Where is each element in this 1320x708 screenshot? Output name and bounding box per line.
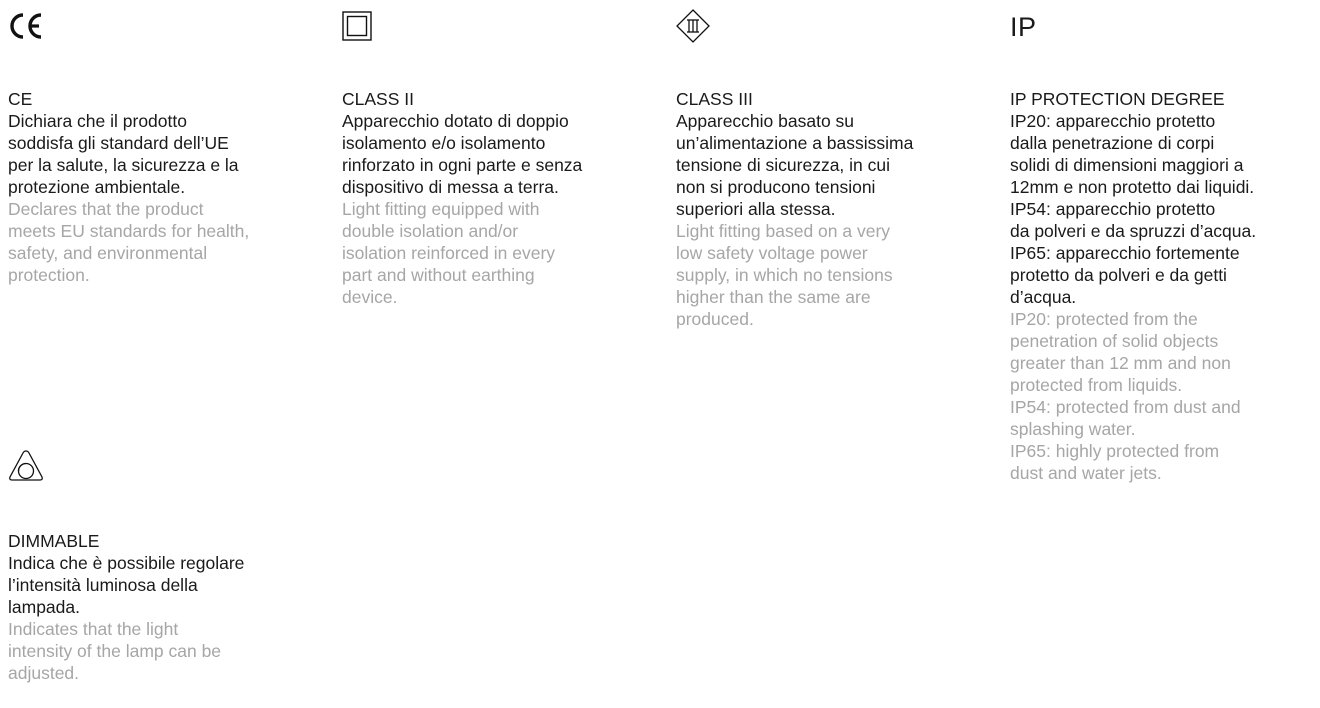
text-line: intensity of the lamp can be bbox=[8, 641, 222, 661]
text-line: device. bbox=[342, 287, 398, 307]
class-ii-double-square-icon bbox=[342, 11, 372, 41]
text-line: protected from liquids. bbox=[1010, 375, 1183, 395]
ip-description-en: IP20: protected from the penetration of … bbox=[1010, 308, 1318, 484]
text-line: per la salute, la sicurezza e la bbox=[8, 155, 239, 175]
text-line: Dichiara che il prodotto bbox=[8, 111, 187, 131]
text-line: Indica che è possibile regolare bbox=[8, 553, 245, 573]
text-line: Indicates that the light bbox=[8, 619, 179, 639]
text-line: soddisfa gli standard dell’UE bbox=[8, 133, 229, 153]
class-ii-symbol-block: CLASS II Apparecchio dotato di doppio is… bbox=[342, 6, 642, 308]
text-line: IP65: apparecchio fortemente bbox=[1010, 243, 1240, 263]
text-line: supply, in which no tensions bbox=[676, 265, 893, 285]
text-line: 12mm e non protetto dai liquidi. bbox=[1010, 177, 1255, 197]
class-iii-diamond-icon bbox=[676, 9, 710, 43]
ip-title: IP PROTECTION DEGREE bbox=[1010, 89, 1225, 109]
text-line: Light fitting equipped with bbox=[342, 199, 540, 219]
text-line: Light fitting based on a very bbox=[676, 221, 891, 241]
text-line: Apparecchio dotato di doppio bbox=[342, 111, 569, 131]
text-line: da polveri e da spruzzi d’acqua. bbox=[1010, 221, 1257, 241]
text-line: Declares that the product bbox=[8, 199, 204, 219]
text-line: greater than 12 mm and non bbox=[1010, 353, 1231, 373]
text-line: IP54: protected from dust and bbox=[1010, 397, 1241, 417]
dimmable-symbol-block: DIMMABLE Indica che è possibile regolare… bbox=[8, 446, 308, 684]
ip-description-it: IP20: apparecchio protetto dalla penetra… bbox=[1010, 110, 1318, 308]
text-line: tensione di sicurezza, in cui bbox=[676, 155, 890, 175]
class-iii-symbol bbox=[676, 6, 976, 46]
class-iii-title: CLASS III bbox=[676, 89, 753, 109]
text-line: rinforzato in ogni parte e senza bbox=[342, 155, 583, 175]
text-line: low safety voltage power bbox=[676, 243, 868, 263]
text-line: protetto da polveri e da getti bbox=[1010, 265, 1227, 285]
ce-symbol bbox=[8, 6, 308, 46]
text-line: IP65: highly protected from bbox=[1010, 441, 1220, 461]
dimmable-title: DIMMABLE bbox=[8, 531, 100, 551]
text-line: superiori alla stessa. bbox=[676, 199, 836, 219]
ce-description-it: Dichiara che il prodotto soddisfa gli st… bbox=[8, 110, 308, 198]
text-line: dalla penetrazione di corpi bbox=[1010, 133, 1215, 153]
dimmable-symbol bbox=[8, 446, 308, 486]
text-line: protection. bbox=[8, 265, 90, 285]
text-line: IP54: apparecchio protetto bbox=[1010, 199, 1216, 219]
dimmable-description-it: Indica che è possibile regolare l’intens… bbox=[8, 552, 308, 618]
text-line: produced. bbox=[676, 309, 754, 329]
ip-symbol-block: IP IP PROTECTION DEGREE IP20: apparecchi… bbox=[1010, 6, 1318, 484]
ce-mark-icon bbox=[10, 13, 42, 39]
class-iii-symbol-block: CLASS III Apparecchio basato su un’alime… bbox=[676, 6, 976, 330]
dimmable-description-en: Indicates that the light intensity of th… bbox=[8, 618, 308, 684]
ce-description-en: Declares that the product meets EU stand… bbox=[8, 198, 308, 286]
ip-symbol: IP bbox=[1010, 6, 1318, 46]
text-line: l’intensità luminosa della bbox=[8, 575, 198, 595]
text-line: Apparecchio basato su bbox=[676, 111, 855, 131]
text-line: splashing water. bbox=[1010, 419, 1136, 439]
text-line: penetration of solid objects bbox=[1010, 331, 1219, 351]
class-ii-description-it: Apparecchio dotato di doppio isolamento … bbox=[342, 110, 642, 198]
text-line: safety, and environmental bbox=[8, 243, 208, 263]
class-ii-title: CLASS II bbox=[342, 89, 414, 109]
text-line: non si producono tensioni bbox=[676, 177, 876, 197]
ce-title: CE bbox=[8, 89, 33, 109]
text-line: protezione ambientale. bbox=[8, 177, 186, 197]
class-iii-description-en: Light fitting based on a very low safety… bbox=[676, 220, 976, 330]
text-line: IP20: protected from the bbox=[1010, 309, 1198, 329]
text-line: isolamento e/o isolamento bbox=[342, 133, 546, 153]
text-line: IP20: apparecchio protetto bbox=[1010, 111, 1216, 131]
text-line: meets EU standards for health, bbox=[8, 221, 250, 241]
text-line: dust and water jets. bbox=[1010, 463, 1162, 483]
class-ii-description-en: Light fitting equipped with double isola… bbox=[342, 198, 642, 308]
text-line: double isolation and/or bbox=[342, 221, 519, 241]
class-ii-symbol bbox=[342, 6, 642, 46]
text-line: dispositivo di messa a terra. bbox=[342, 177, 559, 197]
text-line: un’alimentazione a bassissima bbox=[676, 133, 914, 153]
text-line: higher than the same are bbox=[676, 287, 871, 307]
text-line: isolation reinforced in every bbox=[342, 243, 556, 263]
text-line: adjusted. bbox=[8, 663, 80, 683]
class-iii-description-it: Apparecchio basato su un’alimentazione a… bbox=[676, 110, 976, 220]
ip-mark-icon: IP bbox=[1010, 11, 1037, 42]
text-line: solidi di dimensioni maggiori a bbox=[1010, 155, 1244, 175]
dimmable-triangle-circle-icon bbox=[9, 450, 43, 481]
text-line: part and without earthing bbox=[342, 265, 535, 285]
ce-symbol-block: CE Dichiara che il prodotto soddisfa gli… bbox=[8, 6, 308, 286]
text-line: d’acqua. bbox=[1010, 287, 1077, 307]
text-line: lampada. bbox=[8, 597, 80, 617]
